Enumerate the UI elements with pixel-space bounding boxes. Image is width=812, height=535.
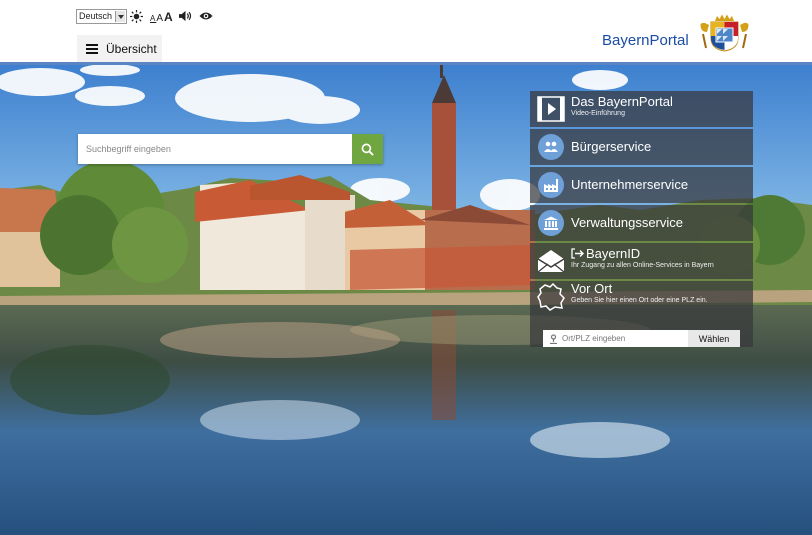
brand-name[interactable]: BayernPortal [602,32,689,49]
location-search: Ort/PLZ eingeben Wählen [543,330,740,347]
search-button[interactable] [352,134,383,164]
service-panel: Das BayernPortal Video-Einführung Bürger… [530,91,753,349]
service-title: Verwaltungsservice [571,215,683,230]
service-title: BayernID [586,246,641,261]
language-select[interactable]: Deutsch [76,9,128,24]
speaker-icon [178,10,191,22]
bavaria-map-icon [537,283,565,311]
service-title: Bürgerservice [571,139,652,154]
bayernid-title: BayernID [571,246,714,261]
location-placeholder: Ort/PLZ eingeben [562,334,626,343]
font-size-medium[interactable]: A [156,13,164,24]
sun-icon [129,9,143,23]
service-subtitle: Ihr Zugang zu allen Online-Services in B… [571,262,714,269]
read-aloud-button[interactable] [178,8,192,24]
bavarian-coat-of-arms-logo[interactable] [697,14,752,52]
choose-location-button[interactable]: Wählen [688,330,740,347]
location-input[interactable]: Ort/PLZ eingeben [543,330,688,347]
service-item-buergerservice[interactable]: Bürgerservice [530,129,753,165]
login-arrow-icon [571,248,584,259]
contrast-toggle[interactable] [129,8,143,24]
service-item-unternehmerservice[interactable]: Unternehmerservice [530,167,753,203]
chevron-down-icon [115,11,126,22]
search-input[interactable] [78,134,352,164]
location-pin-icon [550,333,557,344]
service-title: Das BayernPortal [571,94,673,109]
eye-icon [199,12,213,20]
video-icon [537,95,565,123]
envelope-icon [537,247,565,275]
people-icon [538,134,564,160]
overview-menu-button[interactable]: Übersicht [77,35,162,62]
building-icon [538,210,564,236]
easy-read-toggle[interactable] [198,8,214,24]
service-title: Unternehmerservice [571,177,689,192]
service-item-bayernid[interactable]: BayernID Ihr Zugang zu allen Online-Serv… [530,243,753,279]
service-title: Vor Ort [571,281,613,296]
factory-icon [538,172,564,198]
top-bar: Deutsch AAA Übersicht BayernPortal [0,0,812,62]
overview-menu-label: Übersicht [106,41,157,56]
service-subtitle: Video-Einführung [571,110,625,117]
service-subtitle: Geben Sie hier einen Ort oder eine PLZ e… [571,297,708,304]
service-item-verwaltungsservice[interactable]: Verwaltungsservice [530,205,753,241]
font-size-large[interactable]: A [164,10,174,24]
search-bar [78,134,383,164]
hamburger-icon [86,42,98,56]
language-value: Deutsch [79,11,113,21]
service-item-bayernportal-video[interactable]: Das BayernPortal Video-Einführung [530,91,753,127]
search-icon [361,143,374,156]
font-size-controls: AAA [150,10,174,24]
